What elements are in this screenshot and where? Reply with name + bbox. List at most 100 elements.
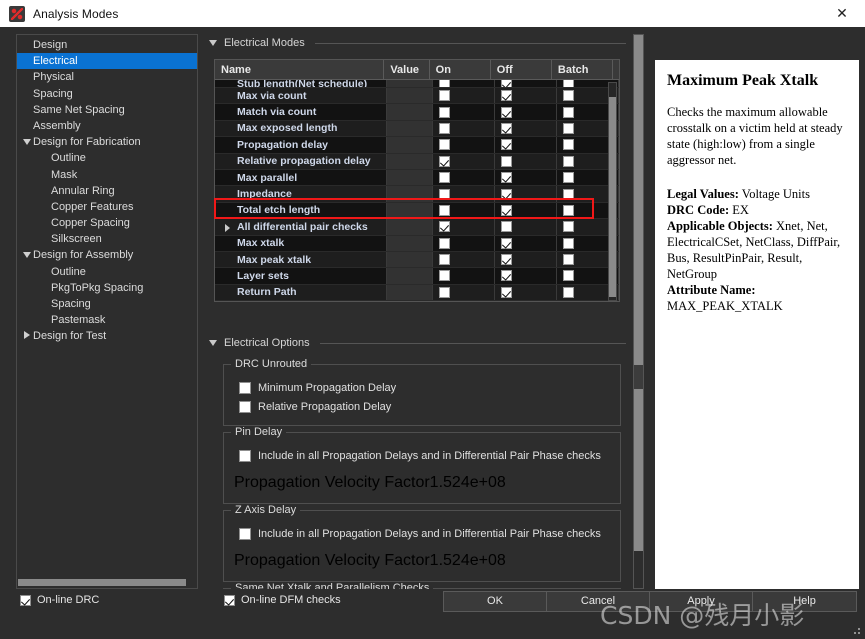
sidebar-item-electrical[interactable]: Electrical xyxy=(17,53,197,70)
row-value-cell[interactable] xyxy=(387,104,433,120)
row-on-cell[interactable] xyxy=(433,284,495,301)
checkbox-icon[interactable] xyxy=(439,286,450,298)
checkbox-icon[interactable] xyxy=(439,172,450,184)
table-vertical-scrollbar[interactable] xyxy=(608,82,617,301)
checkbox-icon[interactable] xyxy=(501,90,512,102)
table-row[interactable]: Match via count xyxy=(215,104,619,121)
checkbox-icon[interactable] xyxy=(501,270,512,282)
propagation-velocity-factor-input[interactable]: 1.524e+08 xyxy=(430,474,506,492)
table-row[interactable]: Max xtalk xyxy=(215,235,619,252)
option-checkbox-row[interactable]: Relative Propagation Delay xyxy=(234,397,610,416)
row-value-cell[interactable] xyxy=(387,235,433,251)
checkbox-icon[interactable] xyxy=(501,188,512,200)
checkbox-icon[interactable] xyxy=(563,204,574,216)
checkbox-icon[interactable] xyxy=(239,449,251,462)
apply-button[interactable]: Apply xyxy=(650,592,753,611)
option-checkbox-row[interactable]: Minimum Propagation Delay xyxy=(234,378,610,397)
row-value-cell[interactable] xyxy=(387,169,433,186)
checkbox-icon[interactable] xyxy=(439,204,450,216)
checkbox-icon[interactable] xyxy=(563,221,574,233)
row-value-cell[interactable] xyxy=(387,219,433,235)
row-value-cell[interactable] xyxy=(387,120,433,137)
row-off-cell[interactable] xyxy=(495,88,557,104)
row-off-cell[interactable] xyxy=(495,284,557,301)
sidebar-item-physical[interactable]: Physical xyxy=(17,69,197,85)
checkbox-icon[interactable] xyxy=(501,139,512,151)
category-tree[interactable]: Design Electrical Physical Spacing Same Net … xyxy=(16,34,198,589)
checkbox-icon[interactable] xyxy=(439,188,450,200)
electrical-modes-header[interactable]: Electrical Modes xyxy=(205,34,630,52)
sidebar-item-spacing[interactable]: Spacing xyxy=(17,296,197,312)
checkbox-icon[interactable] xyxy=(501,155,512,167)
propagation-velocity-factor-input[interactable]: 1.524e+08 xyxy=(430,552,506,570)
table-row[interactable]: Propagation delay xyxy=(215,137,619,154)
row-on-cell[interactable] xyxy=(433,80,495,87)
electrical-modes-table[interactable]: Name Value On Off Batch Stub length(Net sche… xyxy=(214,59,620,302)
sidebar-item-design[interactable]: Design xyxy=(17,37,197,53)
row-on-cell[interactable] xyxy=(433,153,495,169)
column-header-value[interactable]: Value xyxy=(384,60,430,79)
column-header-off[interactable]: Off xyxy=(491,60,552,79)
sidebar-item-design-for-assembly[interactable]: Design for Assembly xyxy=(17,247,197,263)
table-row[interactable]: Stub length(Net schedule) xyxy=(215,80,619,88)
row-value-cell[interactable] xyxy=(387,186,433,202)
checkbox-icon[interactable] xyxy=(563,286,574,298)
center-panel-scrollbar[interactable] xyxy=(633,34,644,589)
row-off-cell[interactable] xyxy=(495,153,557,169)
sidebar-item-mask[interactable]: Mask xyxy=(17,167,197,183)
row-value-cell[interactable] xyxy=(387,137,433,153)
row-off-cell[interactable] xyxy=(495,235,557,251)
checkbox-icon[interactable] xyxy=(439,254,450,266)
row-off-cell[interactable] xyxy=(495,80,557,87)
checkbox-icon[interactable] xyxy=(563,80,574,87)
checkbox-icon[interactable] xyxy=(563,172,574,184)
row-on-cell[interactable] xyxy=(433,219,495,235)
checkbox-icon[interactable] xyxy=(563,122,574,134)
row-off-cell[interactable] xyxy=(495,251,557,268)
sidebar-item-same-net-spacing[interactable]: Same Net Spacing xyxy=(17,102,197,118)
sidebar-item-silkscreen[interactable]: Silkscreen xyxy=(17,231,197,247)
checkbox-icon[interactable] xyxy=(439,221,450,233)
row-off-cell[interactable] xyxy=(495,268,557,284)
row-value-cell[interactable] xyxy=(387,80,433,87)
column-header-name[interactable]: Name xyxy=(215,60,385,79)
checkbox-icon[interactable] xyxy=(439,155,450,167)
checkbox-icon[interactable] xyxy=(239,527,251,540)
row-on-cell[interactable] xyxy=(433,169,495,186)
table-row[interactable]: Return Path xyxy=(215,284,619,301)
resize-grip[interactable] xyxy=(851,625,861,635)
help-button[interactable]: Help xyxy=(753,592,856,611)
checkbox-icon[interactable] xyxy=(563,188,574,200)
cancel-button[interactable]: Cancel xyxy=(547,592,650,611)
checkbox-icon[interactable] xyxy=(563,155,574,167)
checkbox-icon[interactable] xyxy=(439,106,450,118)
checkbox-icon[interactable] xyxy=(501,204,512,216)
checkbox-icon[interactable] xyxy=(501,172,512,184)
row-on-cell[interactable] xyxy=(433,104,495,120)
checkbox-icon[interactable] xyxy=(501,106,512,118)
row-on-cell[interactable] xyxy=(433,268,495,284)
sidebar-item-outline[interactable]: Outline xyxy=(17,264,197,280)
row-off-cell[interactable] xyxy=(495,186,557,202)
row-off-cell[interactable] xyxy=(495,137,557,153)
row-off-cell[interactable] xyxy=(495,120,557,137)
checkbox-icon[interactable] xyxy=(501,80,512,87)
row-off-cell[interactable] xyxy=(495,104,557,120)
checkbox-icon[interactable] xyxy=(563,254,574,266)
row-off-cell[interactable] xyxy=(495,169,557,186)
online-dfm-checkbox[interactable]: On-line DFM checks xyxy=(224,594,341,606)
sidebar-item-design-for-test[interactable]: Design for Test xyxy=(17,328,197,344)
row-on-cell[interactable] xyxy=(433,251,495,268)
row-off-cell[interactable] xyxy=(495,202,557,219)
checkbox-icon[interactable] xyxy=(501,254,512,266)
row-value-cell[interactable] xyxy=(387,268,433,284)
sidebar-item-spacing[interactable]: Spacing xyxy=(17,86,197,102)
option-checkbox-row[interactable]: Include in all Propagation Delays and in… xyxy=(234,524,610,543)
checkbox-icon[interactable] xyxy=(501,221,512,233)
row-value-cell[interactable] xyxy=(387,153,433,169)
chevron-down-icon[interactable] xyxy=(23,139,31,146)
row-on-cell[interactable] xyxy=(433,235,495,251)
column-header-batch[interactable]: Batch xyxy=(552,60,613,79)
sidebar-item-outline[interactable]: Outline xyxy=(17,150,197,166)
close-icon[interactable]: ✕ xyxy=(819,0,865,27)
